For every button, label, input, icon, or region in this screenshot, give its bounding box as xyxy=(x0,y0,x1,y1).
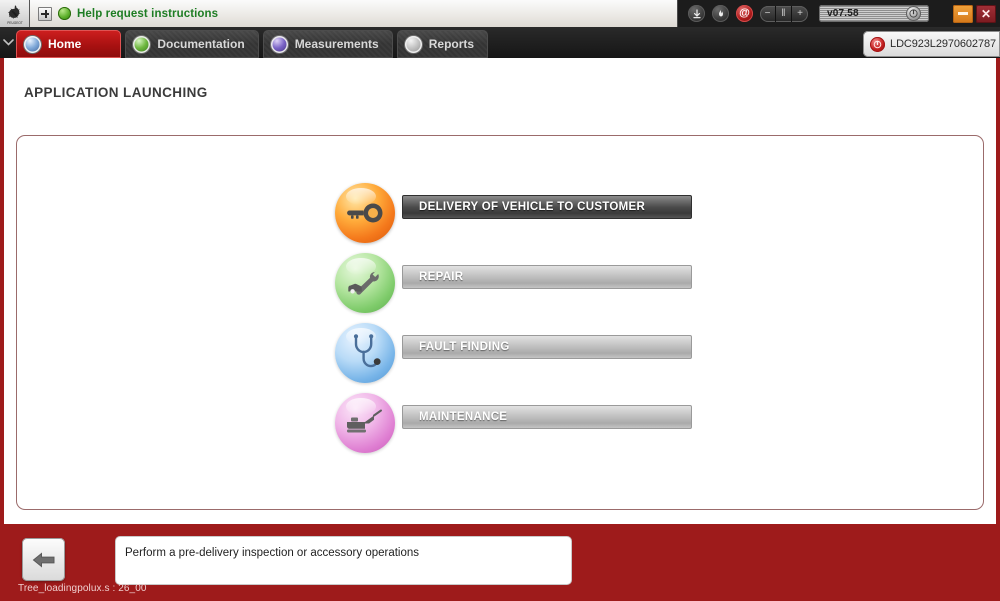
zoom-segmented-control[interactable]: − ‖ + xyxy=(760,5,808,22)
peugeot-logo: PEUGEOT xyxy=(0,0,30,27)
at-mail-icon[interactable]: @ xyxy=(736,5,753,22)
oil-can-icon xyxy=(335,393,395,453)
application-menu-list: DELIVERY OF VEHICLE TO CUSTOMER REPAIR F… xyxy=(335,178,695,458)
flame-icon[interactable] xyxy=(712,5,729,22)
help-request-bar[interactable]: Help request instructions xyxy=(30,0,678,27)
status-line: Tree_loadingpolux.s : 26_00 xyxy=(18,583,147,594)
zoom-in-button[interactable]: + xyxy=(792,6,808,22)
menu-item-delivery-bar[interactable]: DELIVERY OF VEHICLE TO CUSTOMER xyxy=(402,195,692,219)
vehicle-vin-label: LDC923L2970602787 xyxy=(890,38,996,50)
menu-item-repair-bar[interactable]: REPAIR xyxy=(402,265,692,289)
menu-item-repair-label: REPAIR xyxy=(419,271,464,283)
footer-bar: Perform a pre-delivery inspection or acc… xyxy=(0,524,1000,601)
tab-measurements[interactable]: Measurements xyxy=(263,30,393,58)
menu-item-repair[interactable]: REPAIR xyxy=(335,248,695,318)
hint-box: Perform a pre-delivery inspection or acc… xyxy=(115,536,572,585)
menu-item-fault-finding-bar[interactable]: FAULT FINDING xyxy=(402,335,692,359)
vehicle-vin-chip[interactable]: LDC923L2970602787 xyxy=(863,31,1000,57)
version-strip: v07.58 xyxy=(819,5,929,22)
pause-button[interactable]: ‖ xyxy=(776,5,792,22)
toolbar-tools: @ − ‖ + v07.58 ✕ xyxy=(678,0,1000,27)
close-button[interactable]: ✕ xyxy=(976,4,996,23)
green-status-icon xyxy=(58,7,71,20)
tab-documentation-label: Documentation xyxy=(157,37,245,51)
car-key-icon xyxy=(335,183,395,243)
stethoscope-icon xyxy=(335,323,395,383)
plus-box-icon[interactable] xyxy=(38,6,52,21)
zoom-out-button[interactable]: − xyxy=(760,5,776,22)
menu-item-delivery-label: DELIVERY OF VEHICLE TO CUSTOMER xyxy=(419,201,646,213)
tab-home-label: Home xyxy=(48,37,82,51)
hint-text: Perform a pre-delivery inspection or acc… xyxy=(125,547,420,559)
tab-home[interactable]: Home xyxy=(16,30,122,58)
application-window: PEUGEOT Help request instructions @ − ‖ … xyxy=(0,0,1000,601)
menu-item-maintenance-bar[interactable]: MAINTENANCE xyxy=(402,405,692,429)
page-title: APPLICATION LAUNCHING xyxy=(24,85,208,100)
chevron-down-icon[interactable] xyxy=(0,27,16,58)
tab-bar: Home Documentation Measurements Reports … xyxy=(0,27,1000,58)
menu-item-fault-finding-label: FAULT FINDING xyxy=(419,341,510,353)
document-leaf-icon xyxy=(133,35,151,53)
menu-item-fault-finding[interactable]: FAULT FINDING xyxy=(335,318,695,388)
menu-item-maintenance[interactable]: MAINTENANCE xyxy=(335,388,695,458)
close-icon: ✕ xyxy=(980,6,992,21)
tab-reports[interactable]: Reports xyxy=(397,30,488,58)
window-controls: ✕ xyxy=(953,4,1000,23)
help-request-label: Help request instructions xyxy=(77,7,219,20)
dial-knob-icon[interactable] xyxy=(906,6,921,21)
tab-documentation[interactable]: Documentation xyxy=(125,30,258,58)
back-arrow-icon[interactable] xyxy=(22,538,65,581)
minimize-button[interactable] xyxy=(953,4,973,23)
menu-item-maintenance-label: MAINTENANCE xyxy=(419,411,508,423)
application-panel: DELIVERY OF VEHICLE TO CUSTOMER REPAIR F… xyxy=(16,135,984,510)
download-icon[interactable] xyxy=(688,5,705,22)
home-globe-icon xyxy=(24,35,41,53)
version-label: v07.58 xyxy=(827,8,859,19)
power-icon xyxy=(870,36,886,52)
page-content: APPLICATION LAUNCHING DELIVERY OF VEHICL… xyxy=(0,58,1000,524)
waveform-icon xyxy=(270,35,288,53)
svg-text:PEUGEOT: PEUGEOT xyxy=(7,21,23,25)
tab-measurements-label: Measurements xyxy=(294,37,379,51)
menu-item-delivery[interactable]: DELIVERY OF VEHICLE TO CUSTOMER xyxy=(335,178,695,248)
title-bar: PEUGEOT Help request instructions @ − ‖ … xyxy=(0,0,1000,27)
wrench-car-icon xyxy=(335,253,395,313)
at-glyph: @ xyxy=(739,7,750,19)
report-page-icon xyxy=(404,35,422,53)
tab-reports-label: Reports xyxy=(428,37,475,51)
